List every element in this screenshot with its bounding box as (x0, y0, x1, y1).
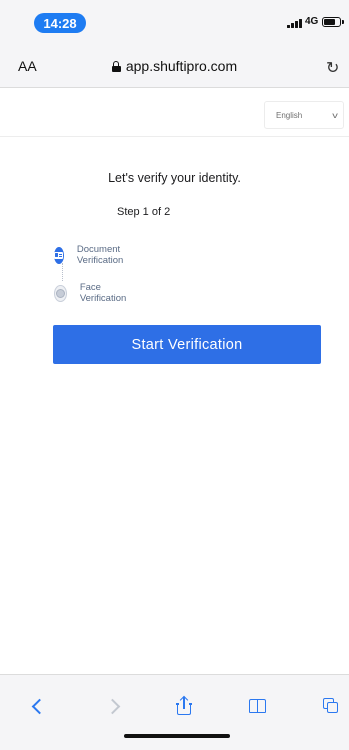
lock-icon (111, 61, 121, 72)
home-indicator[interactable] (124, 734, 230, 738)
language-selected-value: English (276, 110, 303, 120)
tabs-button[interactable] (316, 693, 346, 719)
step-label: Face Verification (79, 282, 127, 304)
reload-icon[interactable]: ↻ (326, 58, 339, 78)
step-document-verification: Document Verification (54, 244, 130, 266)
start-verification-button[interactable]: Start Verification (53, 325, 321, 364)
language-select[interactable]: English v (264, 101, 344, 129)
bookmarks-button[interactable] (243, 693, 273, 719)
browser-toolbar (0, 674, 349, 750)
back-icon (31, 698, 48, 714)
forward-button[interactable] (100, 693, 130, 719)
url-field[interactable]: app.shuftipro.com (0, 58, 349, 74)
chevron-down-icon: v (332, 110, 338, 120)
battery-icon (322, 17, 344, 27)
step-label: Document Verification (76, 244, 124, 266)
share-icon (176, 695, 192, 715)
step-face-verification: Face Verification (54, 282, 130, 304)
step-connector (62, 263, 63, 281)
face-icon (54, 284, 67, 302)
step-indicator: Step 1 of 2 (117, 206, 171, 218)
bookmarks-icon (248, 699, 268, 713)
id-card-icon (54, 246, 64, 264)
share-button[interactable] (169, 693, 199, 719)
status-bar: 14:28 4G (0, 0, 349, 46)
tabs-icon (323, 698, 339, 714)
signal-icon (287, 19, 302, 28)
network-type: 4G (305, 16, 319, 27)
status-time: 14:28 (34, 13, 86, 33)
header-divider (0, 136, 349, 137)
page-title: Let's verify your identity. (108, 171, 241, 185)
forward-icon (104, 698, 121, 714)
back-button[interactable] (22, 693, 52, 719)
url-text: app.shuftipro.com (125, 58, 238, 74)
address-bar[interactable]: AA app.shuftipro.com ↻ (0, 46, 349, 88)
